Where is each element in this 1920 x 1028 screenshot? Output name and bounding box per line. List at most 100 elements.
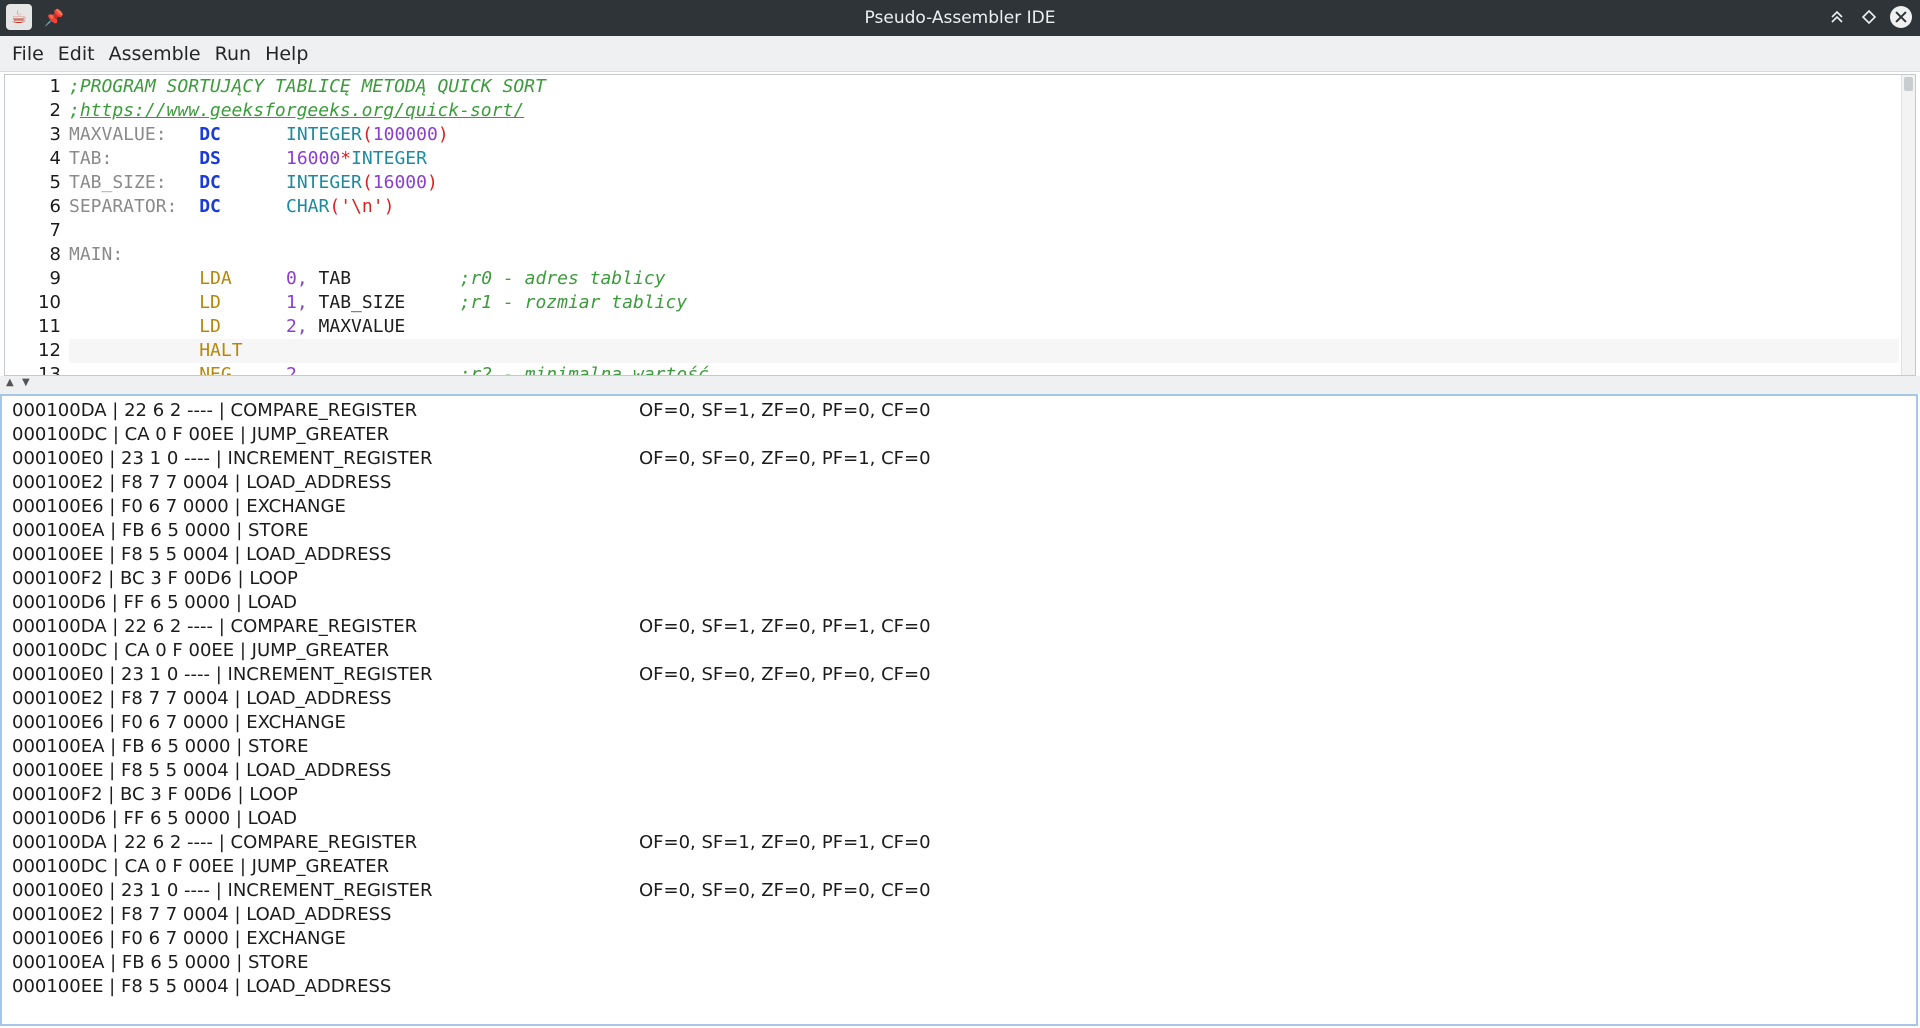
code-token: TAB_SIZE [318, 292, 406, 313]
line-number: 12 [38, 340, 61, 361]
code-token: ( [361, 124, 373, 145]
code-line[interactable]: LD 1, TAB_SIZE ;r1 - rozmiar tablicy [69, 291, 1899, 315]
code-token: DC [199, 196, 221, 217]
menu-file[interactable]: File [8, 39, 48, 69]
minimize-icon[interactable] [1826, 6, 1848, 28]
trace-instruction: 000100DA | 22 6 2 ---- | COMPARE_REGISTE… [12, 832, 418, 853]
code-token: ;r0 - adres tablicy [459, 268, 666, 289]
trace-instruction: 000100E0 | 23 1 0 ---- | INCREMENT_REGIS… [12, 880, 433, 901]
close-icon[interactable] [1890, 6, 1912, 28]
trace-line: 000100E2 | F8 7 7 0004 | LOAD_ADDRESS [12, 471, 1012, 495]
trace-instruction: 000100E2 | F8 7 7 0004 | LOAD_ADDRESS [12, 472, 392, 493]
code-token: CHAR [286, 196, 330, 217]
trace-instruction: 000100DC | CA 0 F 00EE | JUMP_GREATER [12, 424, 390, 445]
trace-line: 000100DC | CA 0 F 00EE | JUMP_GREATER [12, 639, 1012, 663]
menu-run[interactable]: Run [211, 39, 255, 69]
trace-line: 000100DC | CA 0 F 00EE | JUMP_GREATER [12, 423, 1012, 447]
code-token: ) [437, 124, 449, 145]
trace-instruction: 000100E2 | F8 7 7 0004 | LOAD_ADDRESS [12, 904, 392, 925]
code-token: DC [199, 172, 221, 193]
code-line[interactable]: TAB_SIZE: DC INTEGER(16000) [69, 171, 1899, 195]
code-line[interactable]: LD 2, MAXVALUE [69, 315, 1899, 339]
code-token: 0, [286, 268, 308, 289]
trace-line: 000100EA | FB 6 5 0000 | STORE [12, 951, 1012, 975]
code-token: * [340, 148, 352, 169]
code-token: HALT [199, 340, 243, 361]
trace-line: 000100EA | FB 6 5 0000 | STORE [12, 735, 1012, 759]
trace-instruction: 000100F2 | BC 3 F 00D6 | LOOP [12, 568, 298, 589]
java-cup-icon[interactable]: ☕ [6, 4, 32, 30]
code-token: INTEGER [286, 124, 362, 145]
code-token: ) [427, 172, 438, 193]
code-token: 2 [286, 364, 297, 376]
trace-instruction: 000100E6 | F0 6 7 0000 | EXCHANGE [12, 928, 346, 949]
code-line[interactable]: NEG 2 ;r2 - minimalna wartość ... [69, 363, 1899, 376]
trace-line: 000100F2 | BC 3 F 00D6 | LOOP [12, 783, 1012, 807]
trace-line: 000100E0 | 23 1 0 ---- | INCREMENT_REGIS… [12, 663, 1012, 687]
pane-splitter[interactable]: ▲ ▼ [0, 376, 1920, 394]
code-line[interactable]: MAIN: [69, 243, 1899, 267]
execution-trace-output[interactable]: 000100DA | 22 6 2 ---- | COMPARE_REGISTE… [0, 394, 1918, 1026]
code-line[interactable]: LDA 0, TAB ;r0 - adres tablicy [69, 267, 1899, 291]
trace-flags: OF=0, SF=1, ZF=0, PF=0, CF=0 [639, 400, 931, 421]
line-number-gutter: 1 2 3 4 5 6 7 8 9 10 11 12 13 [5, 75, 63, 375]
code-token: ;PROGRAM SORTUJĄCY TABLICĘ METODĄ QUICK … [69, 76, 546, 97]
code-line[interactable]: MAXVALUE: DC INTEGER(100000) [69, 123, 1899, 147]
menu-help[interactable]: Help [261, 39, 312, 69]
trace-instruction: 000100EA | FB 6 5 0000 | STORE [12, 736, 309, 757]
trace-line: 000100D6 | FF 6 5 0000 | LOAD [12, 591, 1012, 615]
code-token: ;r2 - minimalna wartość ... [459, 364, 753, 376]
code-editor[interactable]: 1 2 3 4 5 6 7 8 9 10 11 12 13 ;PROGRAM SORTUJĄCY TAB… [4, 74, 1916, 376]
code-area[interactable]: ;PROGRAM SORTUJĄCY TABLICĘ METODĄ QUICK … [69, 75, 1899, 375]
trace-instruction: 000100EA | FB 6 5 0000 | STORE [12, 520, 309, 541]
trace-instruction: 000100E6 | F0 6 7 0000 | EXCHANGE [12, 496, 346, 517]
line-number: 9 [49, 268, 61, 289]
trace-instruction: 000100EA | FB 6 5 0000 | STORE [12, 952, 309, 973]
trace-line: 000100E2 | F8 7 7 0004 | LOAD_ADDRESS [12, 903, 1012, 927]
code-token: 16000 [372, 172, 427, 193]
code-line[interactable]: SEPARATOR: DC CHAR ('\n') [69, 195, 1899, 219]
code-token: TAB_SIZE: [69, 172, 167, 193]
trace-instruction: 000100E6 | F0 6 7 0000 | EXCHANGE [12, 712, 346, 733]
code-token: 2, [286, 316, 308, 337]
code-line[interactable]: ; https://www.geeksforgeeks.org/quick-sor… [69, 99, 1899, 123]
trace-instruction: 000100D6 | FF 6 5 0000 | LOAD [12, 592, 298, 613]
trace-line: 000100DC | CA 0 F 00EE | JUMP_GREATER [12, 855, 1012, 879]
menu-edit[interactable]: Edit [54, 39, 99, 69]
trace-flags: OF=0, SF=0, ZF=0, PF=0, CF=0 [639, 880, 931, 901]
trace-line: 000100EE | F8 5 5 0004 | LOAD_ADDRESS [12, 759, 1012, 783]
trace-instruction: 000100E0 | 23 1 0 ---- | INCREMENT_REGIS… [12, 664, 433, 685]
scrollbar-thumb[interactable] [1904, 77, 1913, 91]
menu-assemble[interactable]: Assemble [105, 39, 205, 69]
trace-line: 000100E0 | 23 1 0 ---- | INCREMENT_REGIS… [12, 879, 1012, 903]
line-number: 11 [38, 316, 61, 337]
code-line[interactable]: ;PROGRAM SORTUJĄCY TABLICĘ METODĄ QUICK … [69, 75, 1899, 99]
code-line[interactable]: HALT [69, 339, 1899, 363]
code-token: ; [69, 100, 80, 121]
maximize-icon[interactable] [1858, 6, 1880, 28]
trace-instruction: 000100D6 | FF 6 5 0000 | LOAD [12, 808, 298, 829]
code-token: 1, [286, 292, 308, 313]
code-token: DC [199, 124, 221, 145]
code-token: MAXVALUE: [69, 124, 167, 145]
code-line[interactable] [69, 219, 1899, 243]
collapse-up-icon[interactable]: ▲ [6, 377, 14, 388]
trace-flags: OF=0, SF=1, ZF=0, PF=1, CF=0 [639, 832, 931, 853]
code-token: ;r1 - rozmiar tablicy [459, 292, 688, 313]
editor-vertical-scrollbar[interactable] [1901, 75, 1915, 375]
trace-line: 000100EA | FB 6 5 0000 | STORE [12, 519, 1012, 543]
code-token: INTEGER [286, 172, 362, 193]
code-line[interactable]: TAB: DS 16000 * INTEGER [69, 147, 1899, 171]
collapse-down-icon[interactable]: ▼ [22, 377, 30, 388]
pin-icon[interactable]: 📌 [44, 8, 64, 27]
trace-flags: OF=0, SF=1, ZF=0, PF=1, CF=0 [639, 616, 931, 637]
code-token: ( [361, 172, 373, 193]
trace-instruction: 000100E2 | F8 7 7 0004 | LOAD_ADDRESS [12, 688, 392, 709]
trace-line: 000100E2 | F8 7 7 0004 | LOAD_ADDRESS [12, 687, 1012, 711]
window-title: Pseudo-Assembler IDE [864, 8, 1056, 28]
line-number: 1 [49, 76, 61, 97]
code-token: https://www.geeksforgeeks.org/quick-sort… [79, 100, 525, 121]
code-token: SEPARATOR: [69, 196, 178, 217]
code-token: ('\n') [329, 196, 395, 217]
code-token: TAB: [69, 148, 113, 169]
